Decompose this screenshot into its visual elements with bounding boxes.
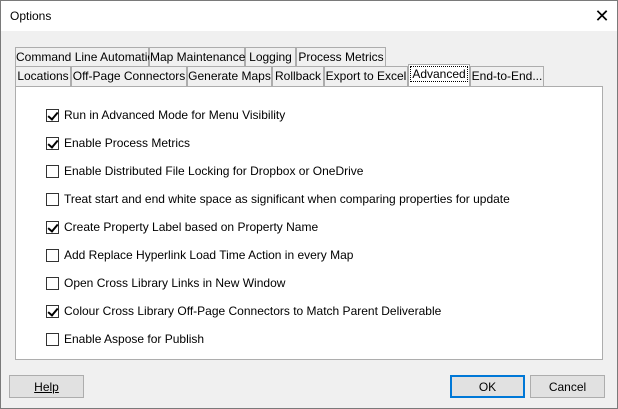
tab-locations[interactable]: Locations — [15, 66, 71, 86]
options-dialog: Options ✕ Command Line Automation Map Ma… — [0, 0, 618, 409]
tab-generate-maps[interactable]: Generate Maps — [187, 66, 272, 86]
checkbox[interactable] — [46, 192, 59, 206]
option-colour-connectors[interactable]: Colour Cross Library Off-Page Connectors… — [46, 303, 441, 319]
tab-label: End-to-End... — [471, 69, 543, 83]
checkbox[interactable] — [46, 136, 59, 150]
option-label: Colour Cross Library Off-Page Connectors… — [64, 304, 442, 318]
checkbox[interactable] — [46, 304, 59, 318]
tab-label: Off-Page Connectors — [72, 69, 186, 83]
tab-label: Map Maintenance — [150, 50, 246, 64]
tab-label: Export to Excel — [325, 69, 407, 83]
title-bar: Options ✕ — [1, 1, 617, 31]
tab-label: Locations — [17, 69, 69, 83]
option-label: Enable Distributed File Locking for Drop… — [64, 164, 364, 178]
tab-export-to-excel[interactable]: Export to Excel — [324, 66, 408, 86]
checkbox[interactable] — [46, 276, 59, 290]
tab-rollback[interactable]: Rollback — [272, 66, 324, 86]
option-replace-hyperlink[interactable]: Add Replace Hyperlink Load Time Action i… — [46, 247, 353, 263]
tab-label: Process Metrics — [298, 50, 384, 64]
ok-button[interactable]: OK — [450, 375, 525, 398]
cancel-button-label: Cancel — [548, 379, 587, 394]
option-advanced-mode[interactable]: Run in Advanced Mode for Menu Visibility — [46, 107, 285, 123]
tab-label: Generate Maps — [188, 69, 271, 83]
option-process-metrics[interactable]: Enable Process Metrics — [46, 135, 190, 151]
tab-logging[interactable]: Logging — [245, 47, 296, 67]
ok-button-label: OK — [478, 379, 497, 394]
window-title: Options — [10, 9, 52, 23]
help-button[interactable]: Help — [9, 375, 84, 398]
checkbox[interactable] — [46, 108, 59, 122]
tab-off-page-connectors[interactable]: Off-Page Connectors — [71, 66, 187, 86]
tab-label: Command Line Automation — [16, 50, 161, 64]
tab-advanced[interactable]: Advanced — [408, 64, 470, 86]
cancel-button[interactable]: Cancel — [530, 375, 605, 398]
help-button-label: Help — [34, 379, 59, 394]
option-aspose-publish[interactable]: Enable Aspose for Publish — [46, 331, 204, 347]
checkbox[interactable] — [46, 164, 59, 178]
tab-label: Rollback — [274, 69, 322, 83]
checkbox[interactable] — [46, 220, 59, 234]
option-label: Enable Process Metrics — [64, 136, 191, 150]
option-label: Run in Advanced Mode for Menu Visibility — [64, 108, 286, 122]
tab-end-to-end[interactable]: End-to-End... — [470, 66, 544, 86]
option-label: Treat start and end white space as signi… — [64, 192, 510, 206]
option-property-label[interactable]: Create Property Label based on Property … — [46, 219, 318, 235]
option-label: Open Cross Library Links in New Window — [64, 276, 286, 290]
option-cross-library-links[interactable]: Open Cross Library Links in New Window — [46, 275, 285, 291]
checkbox[interactable] — [46, 332, 59, 346]
option-label: Add Replace Hyperlink Load Time Action i… — [64, 248, 354, 262]
checkbox[interactable] — [46, 248, 59, 262]
tab-label: Advanced — [410, 66, 468, 82]
close-icon[interactable]: ✕ — [587, 1, 617, 31]
tab-label: Logging — [249, 50, 292, 64]
advanced-tab-panel: Run in Advanced Mode for Menu Visibility… — [15, 86, 603, 360]
option-label: Enable Aspose for Publish — [64, 332, 205, 346]
option-distributed-file-locking[interactable]: Enable Distributed File Locking for Drop… — [46, 163, 363, 179]
tab-map-maintenance[interactable]: Map Maintenance — [149, 47, 245, 67]
tab-command-line-automation[interactable]: Command Line Automation — [15, 47, 161, 67]
option-label: Create Property Label based on Property … — [64, 220, 319, 234]
tab-process-metrics[interactable]: Process Metrics — [296, 47, 386, 67]
option-white-space[interactable]: Treat start and end white space as signi… — [46, 191, 510, 207]
